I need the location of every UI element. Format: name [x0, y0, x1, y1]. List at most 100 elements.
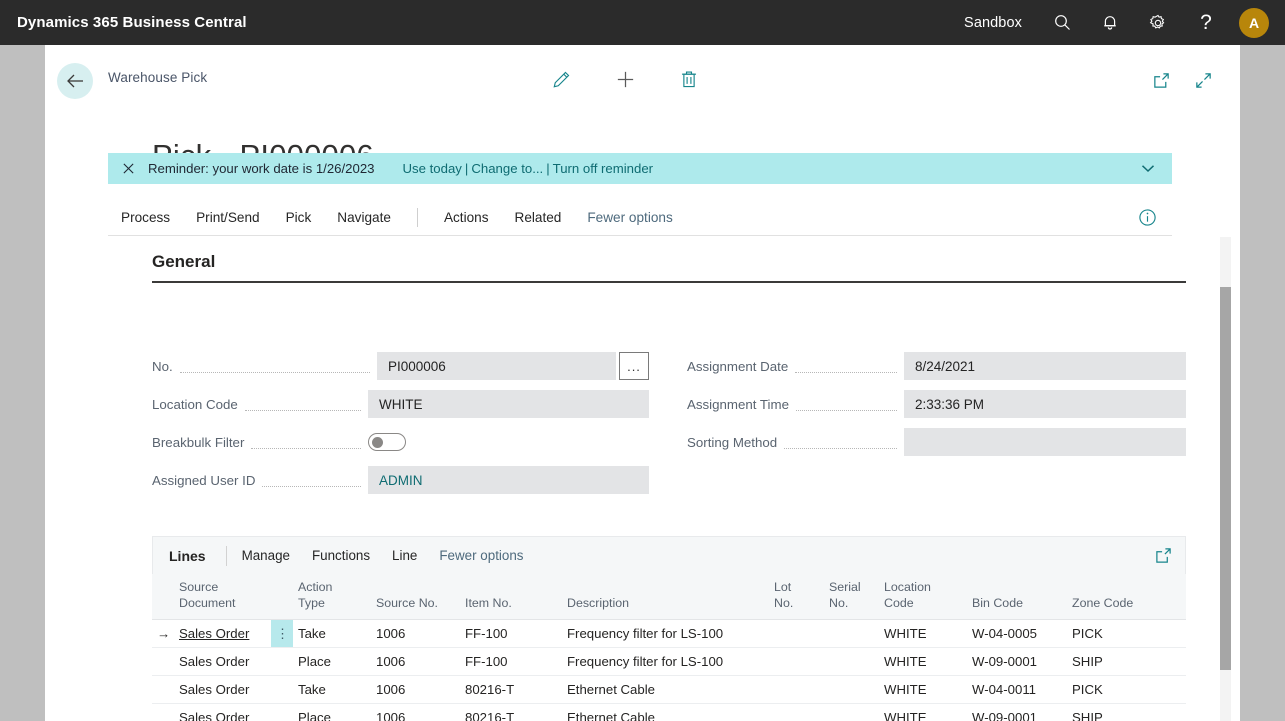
trash-icon[interactable]	[673, 63, 705, 95]
cell-serial-no[interactable]	[824, 675, 879, 704]
sorting-method-input[interactable]	[904, 428, 1186, 456]
cell-source-document[interactable]: Sales Order	[174, 647, 271, 676]
assigned-user-id-input[interactable]: ADMIN	[368, 466, 649, 494]
cell-bin-code[interactable]: W-09-0001	[967, 703, 1067, 721]
open-in-excel-icon[interactable]	[1155, 547, 1172, 564]
cell-lot-no[interactable]	[769, 647, 824, 676]
cell-item-no[interactable]: 80216-T	[460, 675, 562, 704]
ribbon-item-related[interactable]: Related	[502, 210, 575, 225]
cell-action-type[interactable]: Place	[293, 703, 371, 721]
cell-zone-code[interactable]: SHIP	[1067, 703, 1186, 721]
breakbulk-filter-toggle[interactable]	[368, 433, 406, 451]
lines-action-fewer-options[interactable]: Fewer options	[428, 548, 534, 563]
col-item-no[interactable]: Item No.	[460, 574, 562, 620]
col-location-code[interactable]: Location Code	[879, 574, 967, 620]
cell-source-document[interactable]: Sales Order	[174, 703, 271, 721]
cell-zone-code[interactable]: SHIP	[1067, 647, 1186, 676]
cell-serial-no[interactable]	[824, 703, 879, 721]
cell-item-no[interactable]: 80216-T	[460, 703, 562, 721]
table-row[interactable]: Sales Order Place 1006 FF-100 Frequency …	[152, 647, 1186, 676]
col-source-no[interactable]: Source No.	[371, 574, 460, 620]
row-menu-cell[interactable]	[271, 675, 293, 704]
vertical-ellipsis-icon[interactable]: ⋮	[271, 619, 293, 648]
cell-description[interactable]: Frequency filter for LS-100	[562, 647, 769, 676]
info-circle-icon[interactable]	[1138, 208, 1157, 227]
cell-location-code[interactable]: WHITE	[879, 647, 967, 676]
assignment-time-input[interactable]: 2:33:36 PM	[904, 390, 1186, 418]
col-serial-no[interactable]: Serial No.	[824, 574, 879, 620]
cell-location-code[interactable]: WHITE	[879, 619, 967, 648]
cell-item-no[interactable]: FF-100	[460, 619, 562, 648]
breadcrumb[interactable]: Warehouse Pick	[108, 70, 207, 85]
ribbon-item-actions[interactable]: Actions	[431, 210, 502, 225]
ribbon-item-print-send[interactable]: Print/Send	[183, 210, 272, 225]
cell-lot-no[interactable]	[769, 619, 824, 648]
cell-source-no[interactable]: 1006	[371, 675, 460, 704]
cell-source-document[interactable]: Sales Order	[174, 675, 271, 704]
cell-description[interactable]: Ethernet Cable	[562, 703, 769, 721]
row-menu-cell[interactable]	[271, 647, 293, 676]
vertical-scrollbar[interactable]	[1220, 237, 1231, 721]
scrollbar-thumb[interactable]	[1220, 287, 1231, 670]
cell-description[interactable]: Ethernet Cable	[562, 675, 769, 704]
col-lot-no[interactable]: Lot No.	[769, 574, 824, 620]
search-icon[interactable]	[1038, 0, 1086, 45]
avatar[interactable]: A	[1239, 7, 1269, 38]
cell-serial-no[interactable]	[824, 619, 879, 648]
collapse-icon[interactable]	[1190, 67, 1216, 93]
cell-bin-code[interactable]: W-04-0005	[967, 619, 1067, 648]
cell-zone-code[interactable]: PICK	[1067, 619, 1186, 648]
table-row[interactable]: Sales Order Take 1006 80216-T Ethernet C…	[152, 675, 1186, 704]
col-description[interactable]: Description	[562, 574, 769, 620]
gear-icon[interactable]	[1134, 0, 1182, 45]
no-input[interactable]: PI000006	[377, 352, 616, 380]
cell-action-type[interactable]: Take	[293, 675, 371, 704]
cell-zone-code[interactable]: PICK	[1067, 675, 1186, 704]
back-button[interactable]	[57, 63, 93, 99]
cell-source-document[interactable]: Sales Order	[174, 619, 271, 648]
plus-icon[interactable]	[609, 63, 641, 95]
col-action-type[interactable]: Action Type	[293, 574, 371, 620]
open-in-new-window-icon[interactable]	[1148, 67, 1174, 93]
leader-dots	[795, 360, 897, 373]
col-zone-code[interactable]: Zone Code	[1067, 574, 1186, 620]
cell-bin-code[interactable]: W-09-0001	[967, 647, 1067, 676]
cell-serial-no[interactable]	[824, 647, 879, 676]
cell-source-no[interactable]: 1006	[371, 619, 460, 648]
chevron-down-icon[interactable]	[1141, 164, 1155, 173]
row-menu-cell[interactable]	[271, 703, 293, 721]
ribbon-item-pick[interactable]: Pick	[273, 210, 325, 225]
cell-lot-no[interactable]	[769, 703, 824, 721]
cell-source-no[interactable]: 1006	[371, 647, 460, 676]
help-icon[interactable]: ?	[1182, 0, 1230, 45]
cell-item-no[interactable]: FF-100	[460, 647, 562, 676]
cell-location-code[interactable]: WHITE	[879, 703, 967, 721]
change-to-link[interactable]: Change to...	[471, 161, 543, 176]
cell-description[interactable]: Frequency filter for LS-100	[562, 619, 769, 648]
turn-off-reminder-link[interactable]: Turn off reminder	[553, 161, 653, 176]
cell-location-code[interactable]: WHITE	[879, 675, 967, 704]
cell-source-no[interactable]: 1006	[371, 703, 460, 721]
assignment-date-input[interactable]: 8/24/2021	[904, 352, 1186, 380]
table-row[interactable]: Sales Order Place 1006 80216-T Ethernet …	[152, 703, 1186, 721]
ribbon-item-navigate[interactable]: Navigate	[324, 210, 404, 225]
close-icon[interactable]	[122, 162, 135, 175]
cell-lot-no[interactable]	[769, 675, 824, 704]
cell-bin-code[interactable]: W-04-0011	[967, 675, 1067, 704]
edit-pencil-icon[interactable]	[545, 63, 577, 95]
col-bin-code[interactable]: Bin Code	[967, 574, 1067, 620]
bell-icon[interactable]	[1086, 0, 1134, 45]
location-code-input[interactable]: WHITE	[368, 390, 649, 418]
use-today-link[interactable]: Use today	[403, 161, 462, 176]
col-source-document[interactable]: Source Document	[174, 574, 271, 620]
cell-action-type[interactable]: Take	[293, 619, 371, 648]
cell-action-type[interactable]: Place	[293, 647, 371, 676]
ribbon-item-fewer-options[interactable]: Fewer options	[574, 210, 685, 225]
ribbon-item-process[interactable]: Process	[108, 210, 183, 225]
table-row[interactable]: → Sales Order ⋮ Take 1006 FF-100 Frequen…	[152, 619, 1186, 648]
no-assist-edit-button[interactable]: ...	[619, 352, 649, 380]
lines-action-manage[interactable]: Manage	[231, 548, 301, 563]
tab-lines[interactable]: Lines	[153, 548, 222, 564]
lines-action-line[interactable]: Line	[381, 548, 428, 563]
lines-action-functions[interactable]: Functions	[301, 548, 381, 563]
